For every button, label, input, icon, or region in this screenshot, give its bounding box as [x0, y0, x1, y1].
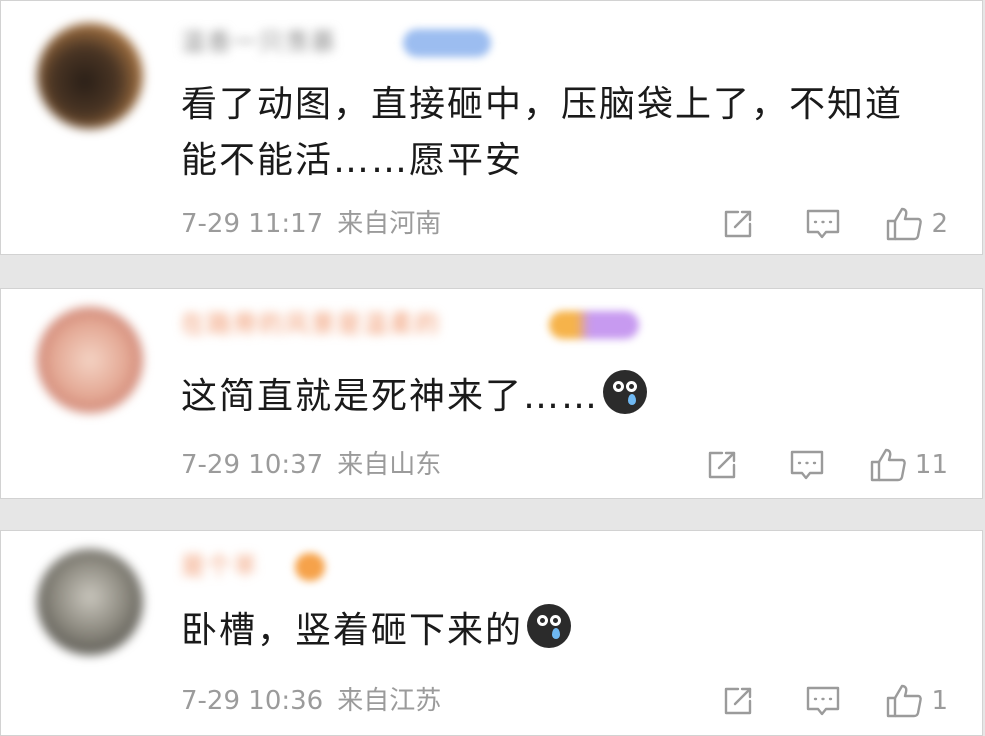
comment-date: 7-29 10:36	[181, 686, 324, 716]
comment-card: 在路旁的风景是温柔的 这简直就是死神来了…… 7-29 10:37 来自山东 1…	[0, 288, 983, 499]
comment-card: 温香一只羡慕 看了动图，直接砸中，压脑袋上了，不知道能不能活……愿平安 7-29…	[0, 0, 983, 255]
crying-face-emoji-icon	[603, 370, 648, 414]
comment-date: 7-29 10:37	[181, 450, 324, 480]
comment-location: 来自河南	[337, 209, 442, 239]
comment-icon	[807, 686, 840, 716]
comment-card: 是个羊 卧槽，竖着砸下来的 7-29 10:36 来自江苏 1	[0, 530, 983, 736]
user-badge	[403, 29, 491, 57]
avatar[interactable]	[37, 307, 143, 413]
share-icon	[708, 451, 736, 479]
crying-face-emoji-icon	[527, 604, 572, 648]
comment-actions: 2	[721, 204, 948, 244]
comment-location: 来自江苏	[337, 686, 442, 716]
thumbs-up-icon	[887, 684, 923, 718]
comment-icon	[807, 209, 840, 239]
user-badge	[549, 311, 639, 339]
user-badge	[295, 553, 325, 581]
comment-feed: 温香一只羡慕 看了动图，直接砸中，压脑袋上了，不知道能不能活……愿平安 7-29…	[0, 0, 985, 736]
thumbs-up-icon	[887, 207, 923, 241]
comment-text: 看了动图，直接砸中，压脑袋上了，不知道能不能活……愿平安	[181, 77, 926, 189]
comment-actions: 1	[721, 681, 948, 721]
comment-text-content: 卧槽，竖着砸下来的	[181, 610, 524, 651]
avatar[interactable]	[37, 23, 143, 129]
username[interactable]: 是个羊	[181, 551, 259, 581]
comment-meta: 7-29 10:37 来自山东	[181, 447, 441, 483]
comment-text: 卧槽，竖着砸下来的	[181, 603, 926, 659]
reply-button[interactable]	[805, 684, 841, 718]
like-button[interactable]: 1	[885, 683, 948, 719]
like-count: 2	[931, 209, 948, 239]
like-count: 11	[914, 450, 948, 480]
avatar[interactable]	[37, 549, 143, 655]
like-count: 1	[931, 686, 948, 716]
comment-icon	[790, 450, 824, 480]
reply-button[interactable]	[805, 207, 841, 241]
comment-text-content: 看了动图，直接砸中，压脑袋上了，不知道能不能活……愿平安	[181, 84, 904, 181]
comment-location: 来自山东	[337, 450, 442, 480]
username[interactable]: 在路旁的风景是温柔的	[181, 309, 441, 339]
comment-meta: 7-29 11:17 来自河南	[181, 206, 441, 242]
comment-meta: 7-29 10:36 来自江苏	[181, 683, 441, 719]
like-button[interactable]: 11	[869, 447, 948, 483]
thumbs-up-icon	[870, 448, 906, 482]
share-button[interactable]	[721, 684, 755, 718]
comment-text: 这简直就是死神来了……	[181, 369, 926, 425]
comment-date: 7-29 11:17	[181, 209, 324, 239]
like-button[interactable]: 2	[885, 206, 948, 242]
comment-text-content: 这简直就是死神来了……	[181, 376, 600, 417]
share-icon	[725, 687, 752, 715]
share-button[interactable]	[705, 448, 739, 482]
reply-button[interactable]	[789, 448, 825, 482]
username[interactable]: 温香一只羡慕	[181, 27, 337, 57]
share-icon	[725, 210, 752, 238]
share-button[interactable]	[721, 207, 755, 241]
comment-actions: 11	[705, 445, 948, 485]
